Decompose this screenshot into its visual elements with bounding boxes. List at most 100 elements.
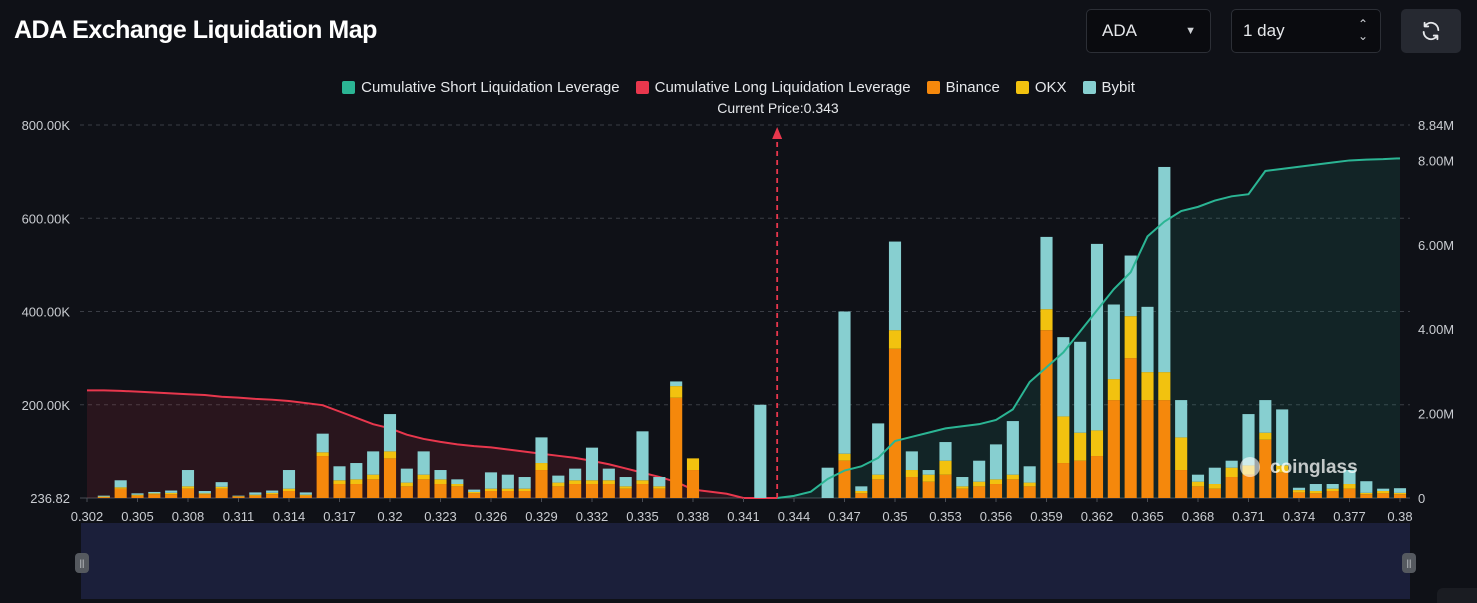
bar-binance [686,470,700,498]
bar-bybit [1208,467,1221,485]
x-tick-label: 0.341 [727,509,760,524]
bar-bybit [383,414,397,452]
y-left-tick-label: 800.00K [22,118,71,133]
bar-binance [198,494,211,498]
bar-bybit [922,470,935,475]
y-right-tick-label: 6.00M [1418,238,1454,253]
bar-okx [1175,437,1188,471]
bar-okx [1074,432,1087,461]
bar-okx [468,491,481,494]
bar-bybit [1191,474,1205,482]
x-tick-label: 0.332 [576,509,609,524]
bar-okx [333,480,346,485]
x-tick-label: 0.317 [323,509,356,524]
bar-bybit [1023,466,1036,483]
navigator-right-handle[interactable]: || [1402,553,1416,573]
bar-okx [905,470,918,478]
y-right-tick-label: 4.00M [1418,322,1454,337]
bar-okx [1090,430,1104,457]
bar-binance [888,348,902,498]
bar-okx [888,330,902,349]
bar-binance [838,460,851,498]
y-right-tick-label: 0 [1418,491,1425,506]
bar-bybit [1393,488,1407,493]
bar-binance [552,486,565,498]
bar-bybit [1326,484,1339,489]
bar-okx [1292,490,1306,493]
bar-binance [316,456,329,498]
bar-binance [939,474,952,498]
bar-okx [1393,492,1407,495]
bar-bybit [1057,337,1070,417]
bar-bybit [838,311,851,454]
bar-okx [1343,484,1356,489]
bar-bybit [602,468,615,481]
bar-binance [1360,494,1373,498]
bar-binance [367,479,380,498]
bar-binance [922,481,935,498]
bar-bybit [973,460,986,482]
x-tick-label: 0.305 [121,509,154,524]
bar-bybit [451,479,464,485]
bar-okx [215,486,228,489]
bar-binance [1309,493,1322,498]
x-tick-label: 0.353 [929,509,962,524]
x-tick-label: 0.338 [677,509,710,524]
bar-binance [148,494,161,498]
bar-okx [956,486,969,489]
bar-binance [973,486,986,498]
bar-binance [619,488,632,498]
bar-bybit [518,477,531,489]
bar-bybit [1040,236,1053,310]
bar-okx [602,480,615,485]
bar-binance [1158,400,1171,498]
bar-bybit [1158,166,1171,373]
y-left-tick-label: 400.00K [22,305,71,320]
bar-bybit [552,475,565,483]
bar-bybit [1090,243,1104,431]
bar-okx [686,458,700,471]
bar-binance [131,495,144,498]
bar-binance [602,484,615,498]
x-tick-label: 0.38 [1387,509,1412,524]
bar-okx [518,488,531,492]
bar-binance [1343,488,1356,498]
range-navigator[interactable] [81,523,1410,599]
bar-okx [97,496,110,498]
x-tick-label: 0.365 [1131,509,1164,524]
bar-okx [1124,316,1137,359]
bar-okx [131,494,144,496]
bar-bybit [1259,400,1272,433]
x-tick-label: 0.359 [1030,509,1063,524]
x-tick-label: 0.35 [882,509,907,524]
bar-okx [417,474,430,480]
x-tick-label: 0.302 [71,509,104,524]
bar-binance [1040,330,1053,498]
bar-binance [518,491,531,498]
bar-bybit [1074,341,1087,433]
x-tick-label: 0.377 [1333,509,1366,524]
bar-okx [299,494,312,496]
bar-binance [1107,400,1120,498]
navigator-left-handle[interactable]: || [75,553,89,573]
bar-binance [400,486,413,498]
bar-bybit [872,423,885,475]
y-right-tick-label: 2.00M [1418,407,1454,422]
bar-binance [1023,486,1036,498]
x-tick-label: 0.368 [1182,509,1215,524]
bar-okx [1040,309,1053,331]
bar-binance [1074,460,1087,498]
bar-okx [552,482,565,487]
bar-okx [585,480,599,485]
bar-okx [939,460,952,475]
x-tick-label: 0.362 [1081,509,1114,524]
bar-okx [855,491,868,494]
bar-binance [451,486,464,498]
bar-bybit [1377,488,1390,492]
bar-binance [1057,463,1070,498]
x-tick-label: 0.374 [1283,509,1316,524]
coinglass-logo-icon [1240,457,1260,477]
bar-bybit [939,442,952,461]
bar-binance [484,491,498,498]
bar-okx [1141,372,1154,401]
